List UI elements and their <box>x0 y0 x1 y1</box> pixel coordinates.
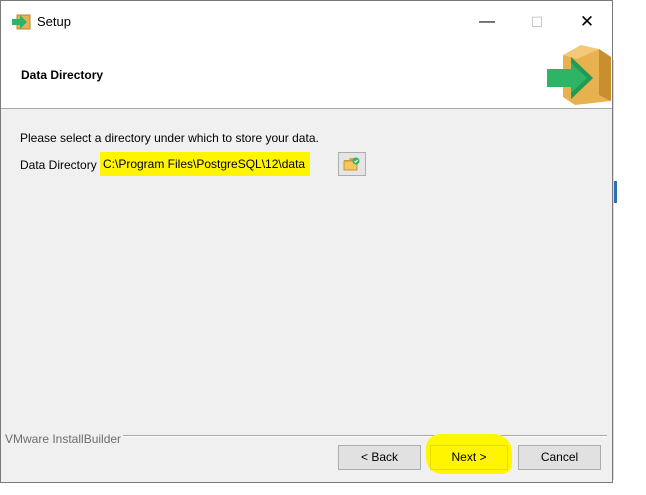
background-divider <box>613 60 614 480</box>
next-button[interactable]: Next > <box>430 445 508 470</box>
setup-window: Setup — ☐ ✕ Data Directory Please select… <box>0 0 613 483</box>
background-accent <box>614 181 617 203</box>
background-window <box>613 0 646 495</box>
browse-button[interactable] <box>338 152 366 176</box>
cancel-button[interactable]: Cancel <box>518 445 601 470</box>
title-bar: Setup — ☐ ✕ <box>1 1 612 43</box>
instruction-text: Please select a directory under which to… <box>20 131 319 145</box>
folder-browse-icon <box>343 157 360 171</box>
installer-brand: VMware InstallBuilder <box>5 432 122 446</box>
box-with-arrow-icon <box>541 41 613 107</box>
data-directory-label: Data Directory <box>20 158 97 172</box>
window-title: Setup <box>37 14 71 29</box>
back-button[interactable]: < Back <box>338 445 421 470</box>
close-button[interactable]: ✕ <box>565 7 609 37</box>
app-icon <box>11 13 31 31</box>
footer-separator <box>123 435 607 437</box>
maximize-button[interactable]: ☐ <box>515 7 559 37</box>
page-header: Data Directory <box>1 43 612 109</box>
page-title: Data Directory <box>21 68 104 82</box>
minimize-button[interactable]: — <box>465 7 509 37</box>
data-directory-input[interactable] <box>100 152 310 176</box>
